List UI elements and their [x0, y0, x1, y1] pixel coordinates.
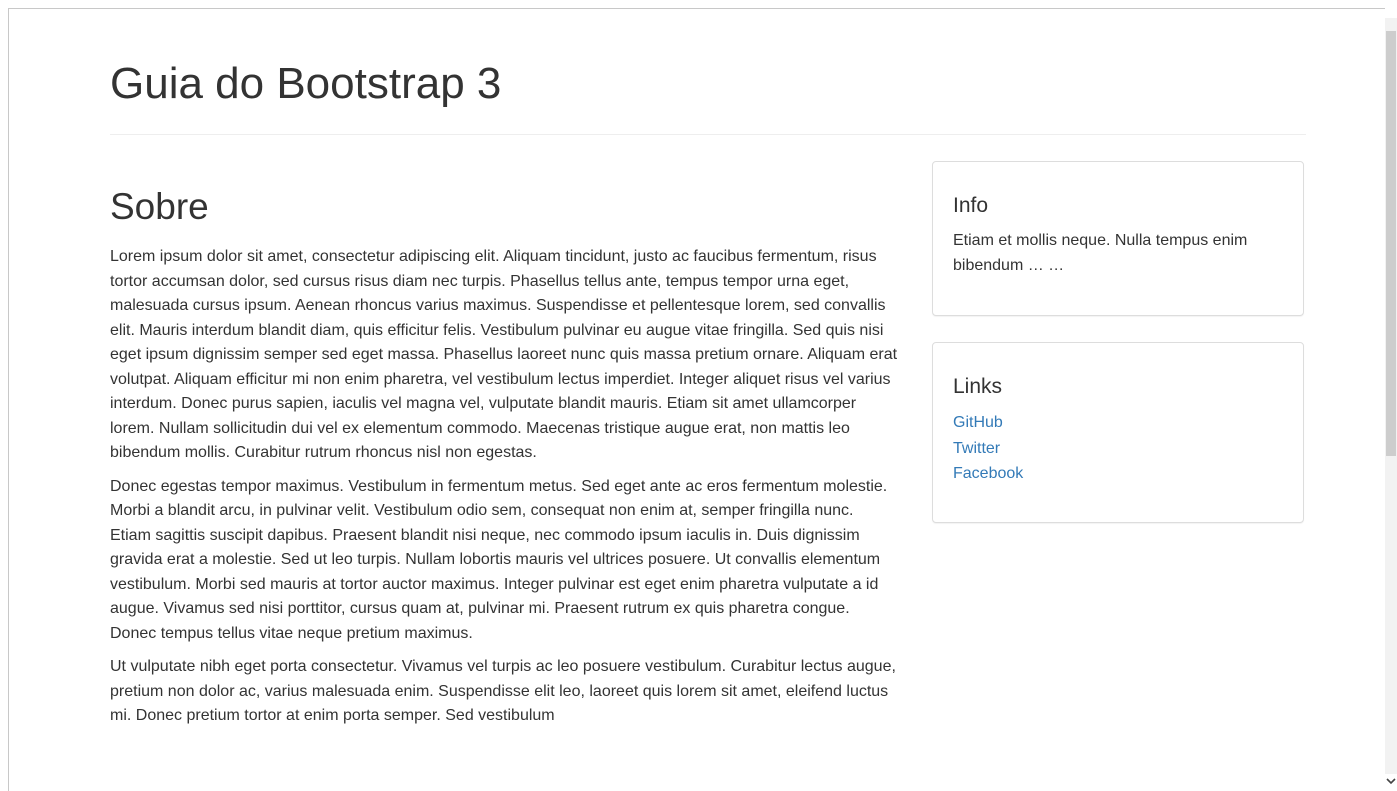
info-panel-text: Etiam et mollis neque. Nulla tempus enim… [953, 232, 1248, 274]
main-content: Sobre Lorem ipsum dolor sit amet, consec… [110, 179, 898, 738]
info-panel: Info Etiam et mollis neque. Nulla tempus… [932, 161, 1304, 316]
page-title: Guia do Bootstrap 3 [110, 59, 502, 108]
info-panel-title: Info [953, 194, 989, 217]
vertical-scrollbar[interactable] [1385, 18, 1397, 774]
scrollbar-thumb[interactable] [1386, 31, 1396, 456]
links-panel-title: Links [953, 375, 1003, 398]
browser-viewport: Guia do Bootstrap 3 Sobre Lorem ipsum do… [0, 0, 1397, 791]
page-header: Guia do Bootstrap 3 [110, 9, 1306, 135]
links-list: GitHub Twitter Facebook [953, 410, 1283, 487]
scroll-down-button[interactable] [1385, 774, 1397, 788]
page-frame: Guia do Bootstrap 3 Sobre Lorem ipsum do… [8, 8, 1385, 791]
link-facebook[interactable]: Facebook [953, 461, 1283, 487]
paragraph-3: Ut vulputate nibh eget porta consectetur… [110, 658, 896, 724]
section-heading-sobre: Sobre [110, 186, 209, 227]
paragraph-2: Donec egestas tempor maximus. Vestibulum… [110, 477, 888, 642]
link-github[interactable]: GitHub [953, 410, 1283, 436]
chevron-down-icon [1386, 778, 1396, 785]
links-panel: Links GitHub Twitter Facebook [932, 342, 1304, 523]
link-twitter[interactable]: Twitter [953, 436, 1283, 462]
sidebar: Info Etiam et mollis neque. Nulla tempus… [932, 161, 1306, 523]
paragraph-1: Lorem ipsum dolor sit amet, consectetur … [110, 248, 898, 461]
